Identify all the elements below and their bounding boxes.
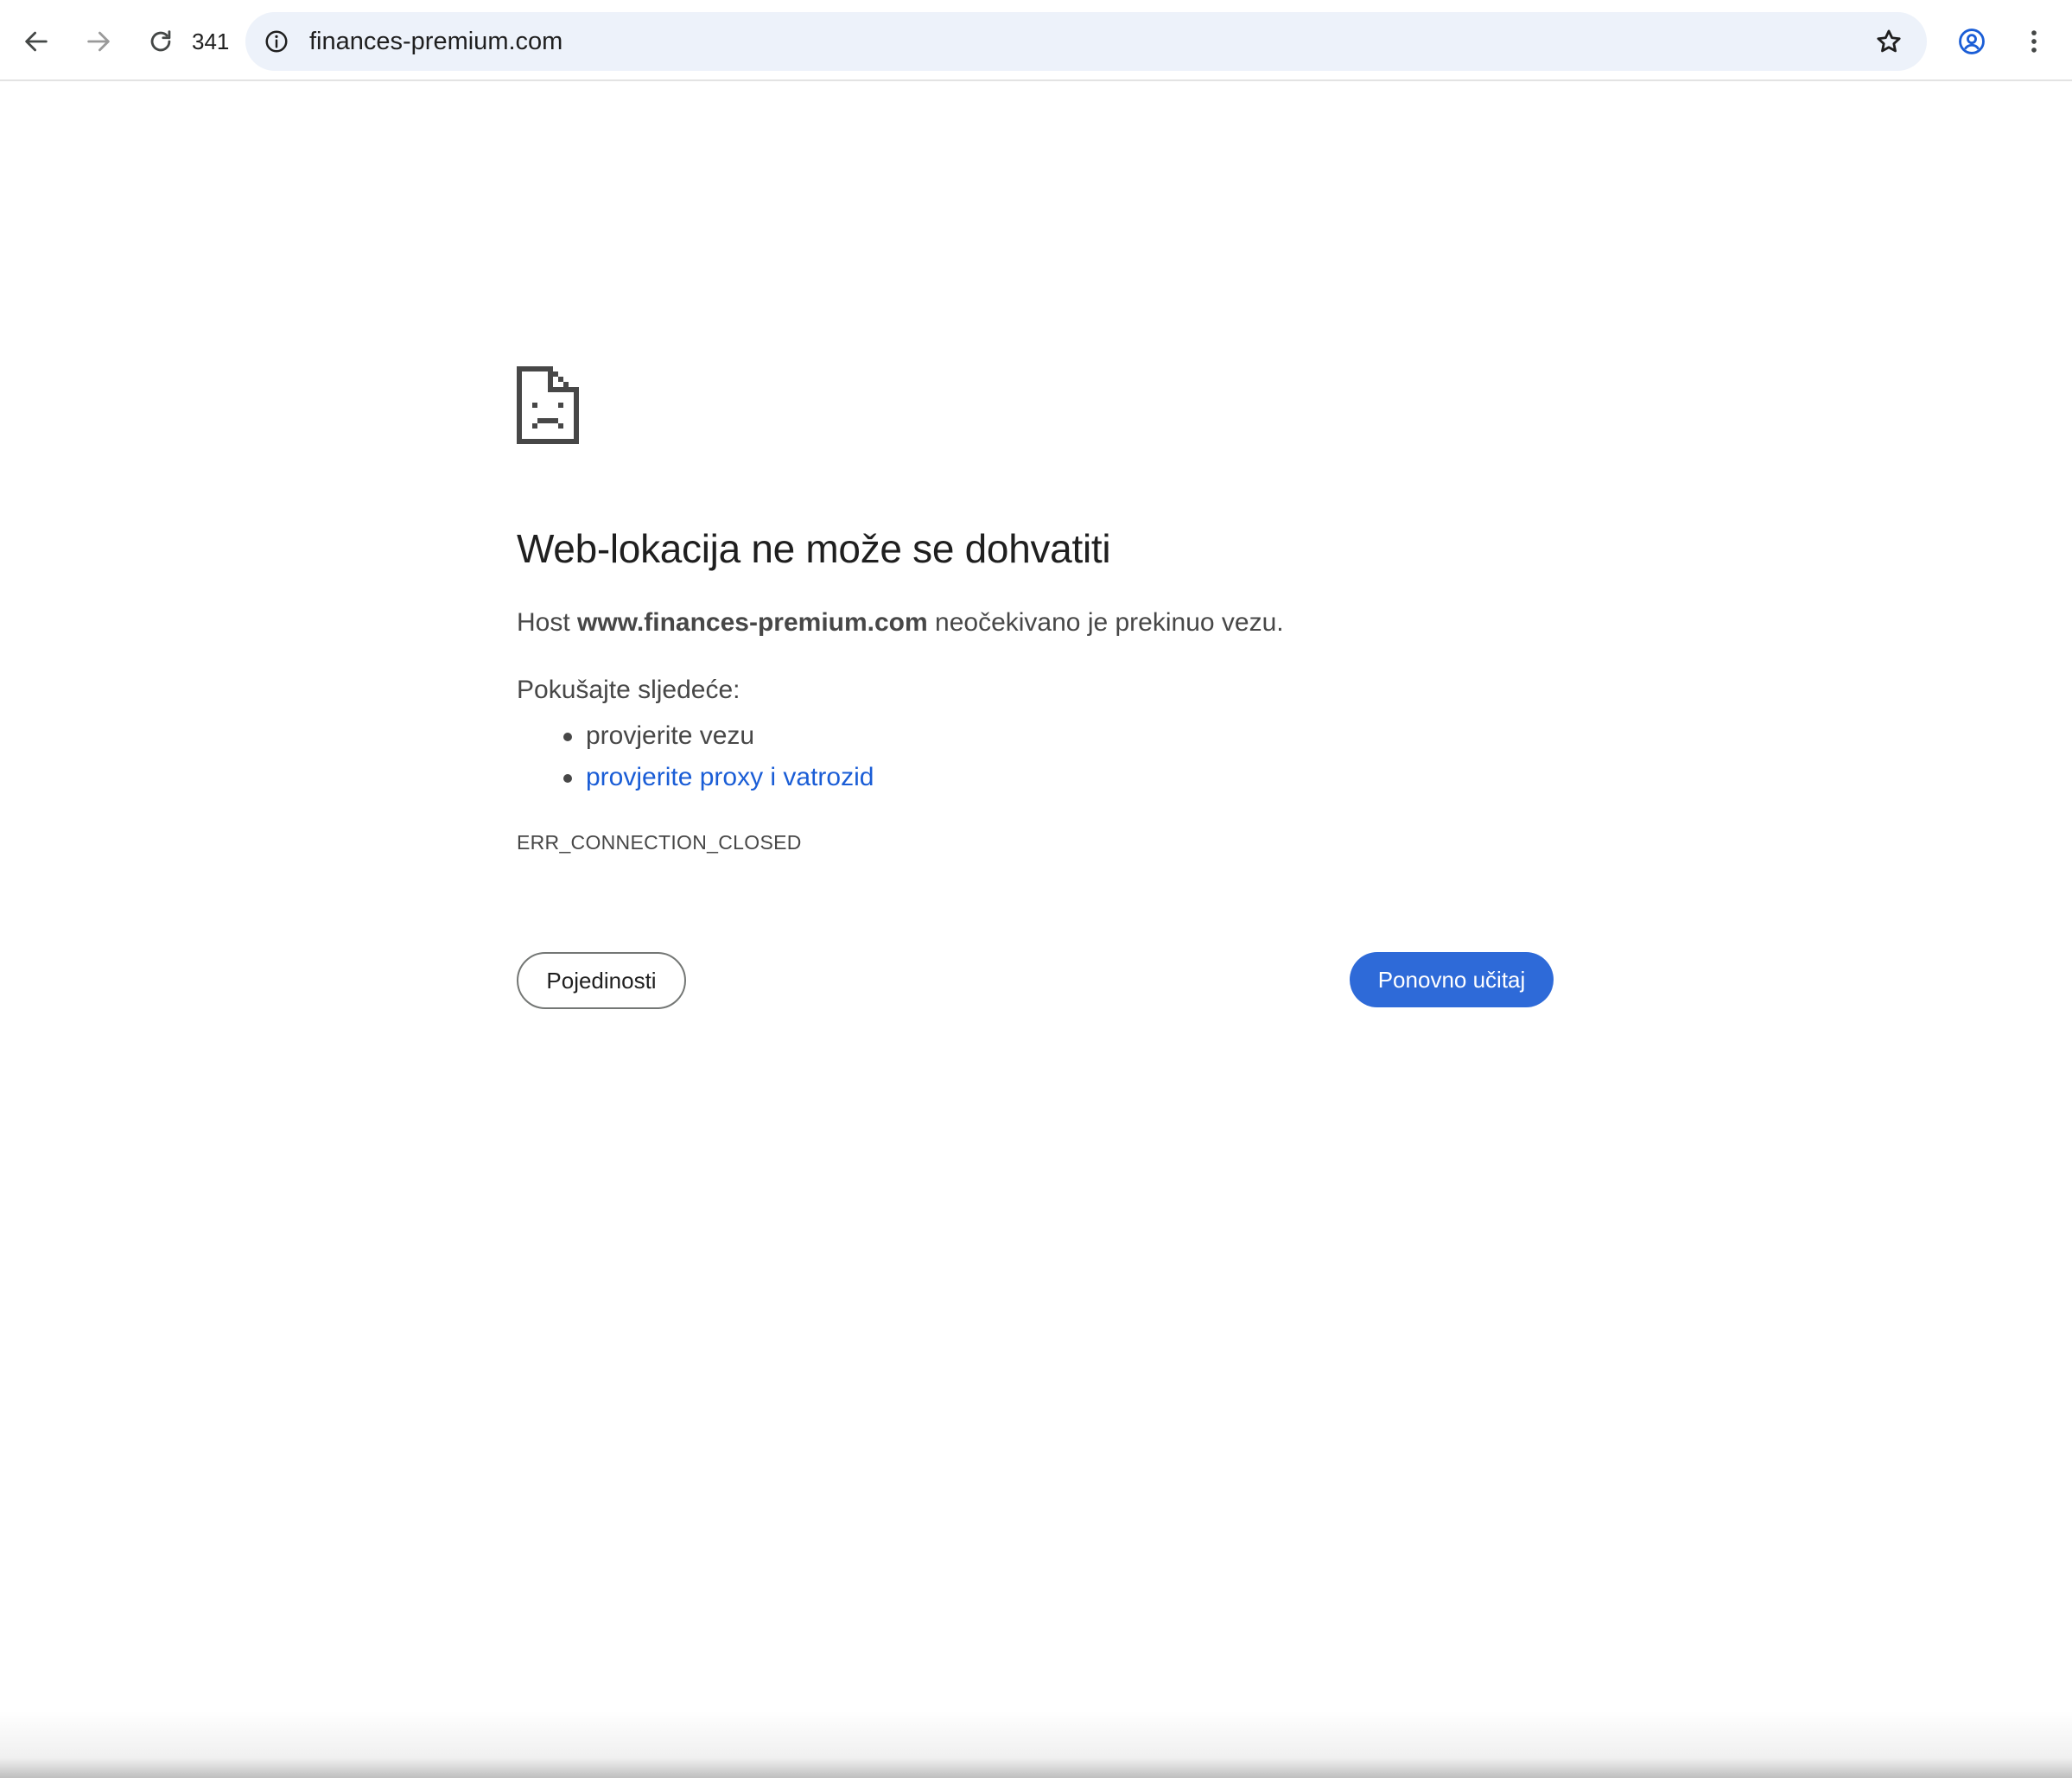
error-title: Web-lokacija ne može se dohvatiti — [517, 526, 1111, 571]
error-code: ERR_CONNECTION_CLOSED — [517, 831, 802, 854]
error-description: Host www.finances-premium.com neočekivan… — [517, 608, 1284, 638]
three-dots-vertical-icon — [2031, 30, 2037, 53]
tab-count[interactable]: 341 — [192, 26, 229, 57]
bookmark-star-icon[interactable] — [1870, 22, 1908, 60]
details-button[interactable]: Pojedinosti — [517, 952, 686, 1009]
window-bottom-shadow — [0, 1711, 2072, 1778]
arrow-right-icon — [87, 31, 110, 52]
browser-toolbar: 341 finances-premium.com — [0, 0, 2072, 81]
error-host: www.finances-premium.com — [577, 608, 928, 637]
description-prefix: Host — [517, 608, 578, 637]
account-circle-icon — [1959, 29, 1985, 54]
reload-page-button[interactable] — [137, 17, 185, 66]
bullet — [563, 774, 572, 783]
bullet — [563, 733, 572, 741]
address-bar[interactable]: finances-premium.com — [245, 12, 1927, 71]
suggestion-check-proxy-link[interactable]: provjerite proxy i vatrozid — [586, 763, 874, 791]
arrow-left-icon — [25, 31, 48, 52]
reload-icon — [150, 30, 171, 52]
description-suffix: neočekivano je prekinuo vezu. — [927, 608, 1284, 637]
url-text[interactable]: finances-premium.com — [309, 26, 562, 57]
list-item: provjerite vezu — [517, 715, 874, 757]
browser-menu-button[interactable] — [2010, 17, 2058, 66]
reload-button[interactable]: Ponovno učitaj — [1350, 952, 1554, 1007]
suggestions-list: provjerite vezu provjerite proxy i vatro… — [517, 715, 874, 798]
back-button[interactable] — [12, 17, 60, 66]
sad-document-icon — [517, 366, 579, 444]
list-item: provjerite proxy i vatrozid — [517, 757, 874, 798]
profile-button[interactable] — [1948, 17, 1996, 66]
suggestion-check-connection: provjerite vezu — [586, 721, 755, 750]
forward-button[interactable] — [74, 17, 123, 66]
site-info-icon[interactable] — [257, 22, 296, 60]
suggestions-heading: Pokušajte sljedeće: — [517, 676, 740, 704]
